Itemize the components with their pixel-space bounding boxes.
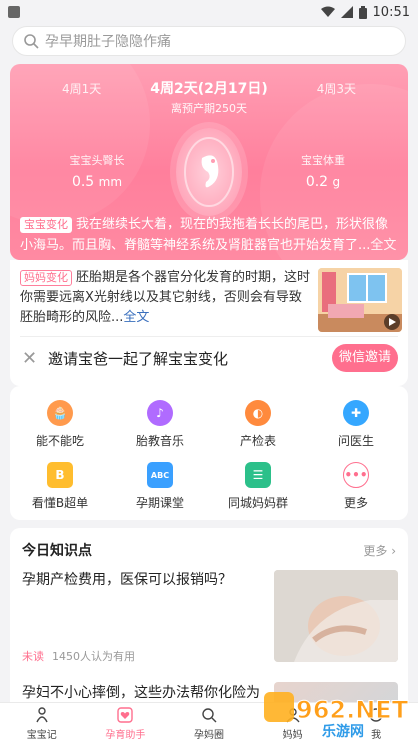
mom-change-text[interactable]: 妈妈变化 胚胎期是各个器官分化发育的时期，这时你需要远离X光射线以及其它射线，否则… xyxy=(20,268,312,328)
nav-mom-circle[interactable]: 孕妈圈 xyxy=(167,703,251,744)
tool-label: 胎教音乐 xyxy=(135,434,184,448)
notification-icon xyxy=(8,6,20,18)
chat-group-icon: ☰ xyxy=(245,462,271,488)
pregnancy-week-card[interactable]: 4周1天 4周2天(2月17日) 4周3天 离预产期250天 宝宝头臀长 0.5… xyxy=(10,64,408,260)
medical-cross-icon: ✚ xyxy=(343,400,369,426)
tool-ask-doctor[interactable]: ✚ 问医生 xyxy=(310,400,402,449)
watermark-logo: 962.NET 乐游网 xyxy=(262,684,412,740)
status-bar: 10:51 xyxy=(0,0,418,24)
signal-icon xyxy=(340,6,353,18)
tools-grid: 🧁 能不能吃 ♪ 胎教音乐 ◐ 产检表 ✚ 问医生 B 看懂B超单 ABC 孕期… xyxy=(10,386,408,520)
baby-change-tag: 宝宝变化 xyxy=(20,217,72,233)
baby-length-number: 0.5 xyxy=(71,174,95,190)
search-bar[interactable]: 孕早期肚子隐隐作痛 xyxy=(12,26,406,56)
music-disc-icon: ♪ xyxy=(147,400,173,426)
embryo-icon xyxy=(184,137,234,207)
mom-change-more-link[interactable]: 全文 xyxy=(123,310,149,325)
svg-text:乐游网: 乐游网 xyxy=(322,723,364,740)
tool-label: 更多 xyxy=(343,496,368,510)
cake-icon: 🧁 xyxy=(47,400,73,426)
checkup-icon: ◐ xyxy=(245,400,271,426)
baby-weight-unit: g xyxy=(332,175,341,189)
more-link[interactable]: 更多 › xyxy=(363,542,396,559)
room-illustration xyxy=(318,268,402,332)
baby-weight-value: 0.2 g xyxy=(268,174,378,190)
mom-change-card: 妈妈变化 胚胎期是各个器官分化发育的时期，这时你需要远离X光射线以及其它射线，否则… xyxy=(10,260,408,386)
mom-video-thumbnail[interactable] xyxy=(318,268,402,332)
status-time: 10:51 xyxy=(372,4,410,20)
tool-label: 孕期课堂 xyxy=(135,496,184,510)
section-title: 今日知识点 xyxy=(22,543,92,559)
tool-label: 同城妈妈群 xyxy=(227,496,288,510)
baby-length-value: 0.5 mm xyxy=(42,174,152,190)
baby-weight-stat: 宝宝体重 0.2 g xyxy=(268,152,378,190)
close-icon[interactable]: ✕ xyxy=(22,348,37,369)
article-title[interactable]: 孕妇不小心摔倒，这些办法帮你化险为 xyxy=(22,682,272,702)
search-circle-icon xyxy=(202,708,217,723)
abc-board-icon: ABC xyxy=(147,462,173,488)
unread-badge: 未读 xyxy=(22,650,44,663)
nav-baby-record[interactable]: 宝宝记 xyxy=(0,703,84,744)
baby-length-unit: mm xyxy=(98,175,123,189)
next-week[interactable]: 4周3天 xyxy=(317,80,356,97)
baby-change-text[interactable]: 宝宝变化 我在继续长大着，现在的我拖着长长的尾巴，形状很像小海马。而且胸、脊髓等神… xyxy=(20,214,400,256)
useful-count: 1450人认为有用 xyxy=(52,650,135,663)
pregnant-belly-image xyxy=(274,570,398,662)
tool-more[interactable]: ••• 更多 xyxy=(310,462,402,511)
baby-change-more-link[interactable]: 全文 xyxy=(370,238,396,253)
search-placeholder: 孕早期肚子隐隐作痛 xyxy=(45,34,171,50)
more-dots-icon: ••• xyxy=(343,462,369,488)
tool-label: 产检表 xyxy=(239,434,276,448)
baby-length-stat: 宝宝头臀长 0.5 mm xyxy=(42,152,152,190)
nav-label: 宝宝记 xyxy=(26,730,57,741)
divider xyxy=(20,336,398,337)
baby-length-label: 宝宝头臀长 xyxy=(69,154,125,167)
baby-weight-label: 宝宝体重 xyxy=(301,154,345,167)
invite-text: 邀请宝爸一起了解宝宝变化 xyxy=(48,350,229,368)
chevron-right-icon: › xyxy=(391,544,396,558)
wifi-icon xyxy=(320,6,335,17)
article-thumbnail[interactable] xyxy=(274,570,398,662)
mom-change-tag: 妈妈变化 xyxy=(20,270,72,286)
wechat-invite-button[interactable]: 微信邀请 xyxy=(332,344,398,372)
nav-label: 孕妈圈 xyxy=(193,730,224,741)
svg-text:962.NET: 962.NET xyxy=(296,696,409,724)
nav-label: 孕育助手 xyxy=(105,730,146,741)
tool-can-eat[interactable]: 🧁 能不能吃 xyxy=(14,400,106,449)
article-title[interactable]: 孕期产检费用，医保可以报销吗？ xyxy=(22,570,262,590)
b-report-icon: B xyxy=(47,462,73,488)
baby-icon xyxy=(36,707,48,723)
tool-label: 看懂B超单 xyxy=(31,496,89,510)
heart-helper-icon xyxy=(117,707,134,723)
tool-pregnancy-class[interactable]: ABC 孕期课堂 xyxy=(114,462,206,511)
baby-weight-number: 0.2 xyxy=(305,174,329,190)
tool-local-mom-group[interactable]: ☰ 同城妈妈群 xyxy=(212,462,304,511)
tool-checkup-schedule[interactable]: ◐ 产检表 xyxy=(212,400,304,449)
nav-pregnancy-helper[interactable]: 孕育助手 xyxy=(84,703,168,744)
due-countdown: 离预产期250天 xyxy=(171,102,247,115)
article-meta: 未读 1450人认为有用 xyxy=(22,648,135,664)
more-label: 更多 xyxy=(363,544,388,558)
battery-icon xyxy=(358,5,367,19)
tool-label: 能不能吃 xyxy=(35,434,84,448)
watermark-962-icon: 962.NET 乐游网 xyxy=(264,692,409,740)
tool-label: 问医生 xyxy=(337,434,374,448)
baby-change-body: 我在继续长大着，现在的我拖着长长的尾巴，形状很像小海马。而且胸、脊髓等神经系统及… xyxy=(20,217,389,253)
tool-b-ultrasound[interactable]: B 看懂B超单 xyxy=(14,462,106,511)
embryo-image xyxy=(176,128,242,216)
search-icon xyxy=(24,34,39,49)
tool-prenatal-music[interactable]: ♪ 胎教音乐 xyxy=(114,400,206,449)
